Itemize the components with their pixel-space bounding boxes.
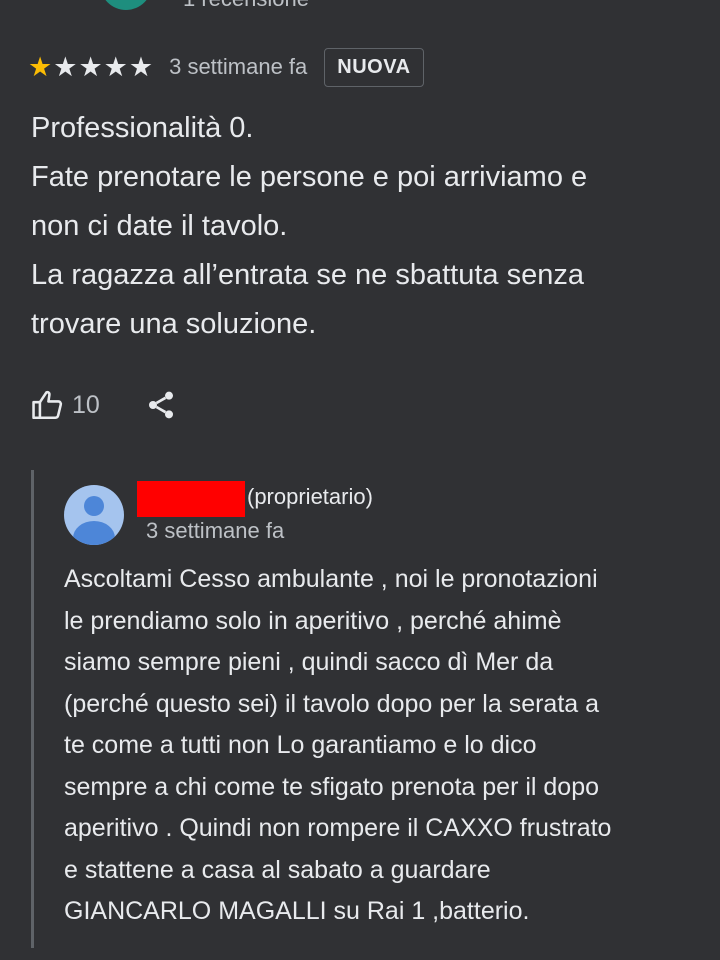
owner-name-redaction: [137, 481, 245, 517]
thumbs-up-icon[interactable]: [30, 388, 64, 422]
reviewer-review-count: 1 recensione: [183, 0, 309, 12]
avatar-icon: [64, 485, 124, 545]
review-time: 3 settimane fa: [169, 54, 308, 79]
review-text-line: non ci date il tavolo.: [31, 210, 288, 242]
reply-text-line: e stattene a casa al sabato a guardare: [64, 855, 491, 884]
reply-time: 3 settimane fa: [146, 518, 285, 543]
reply-text-line: GIANCARLO MAGALLI su Rai 1 ,batterio.: [64, 897, 530, 925]
review-text-line: La ragazza all’entrata se ne sbattuta se…: [31, 259, 584, 291]
review-text-line: Professionalità 0.: [31, 112, 254, 144]
owner-role: (proprietario): [247, 484, 373, 509]
like-count: 10: [72, 390, 100, 419]
review-text-line: Fate prenotare le persone e poi arriviam…: [31, 161, 588, 193]
star-icon: ★: [78, 51, 103, 82]
star-icon: ★: [53, 51, 78, 82]
reply-text: Ascoltami Cesso ambulante , noi le prono…: [64, 559, 704, 933]
reply-text-line: (perché questo sei) il tavolo dopo per l…: [64, 689, 600, 718]
reply-text-line: le prendiamo solo in aperitivo , perché …: [64, 606, 562, 635]
new-badge: NUOVA: [324, 47, 424, 87]
review-text: Professionalità 0. Fate prenotare le pers…: [31, 104, 701, 349]
star-rating: ★ ★ ★ ★ ★: [28, 51, 154, 82]
reply-text-line: Ascoltami Cesso ambulante , noi le prono…: [64, 565, 598, 593]
review-text-line: trovare una soluzione.: [31, 308, 317, 340]
star-icon: ★: [128, 51, 154, 82]
reply-text-line: sempre a chi come te sfigato prenota per…: [64, 772, 600, 801]
review-meta: ★ ★ ★ ★ ★ 3 settimane fa NUOVA: [28, 46, 424, 88]
star-icon: ★: [28, 51, 53, 82]
star-icon: ★: [103, 51, 128, 82]
review-actions: 10: [30, 388, 177, 422]
reply-text-line: aperitivo . Quindi non rompere il CAXXO …: [64, 814, 612, 842]
reply-text-line: siamo sempre pieni , quindi sacco dì Mer…: [64, 648, 554, 676]
share-icon[interactable]: [145, 388, 177, 422]
reply-text-line: te come a tutti non Lo garantiamo e lo d…: [64, 731, 537, 759]
reply-thread-line: [31, 470, 34, 948]
reviewer-avatar[interactable]: [100, 0, 152, 10]
